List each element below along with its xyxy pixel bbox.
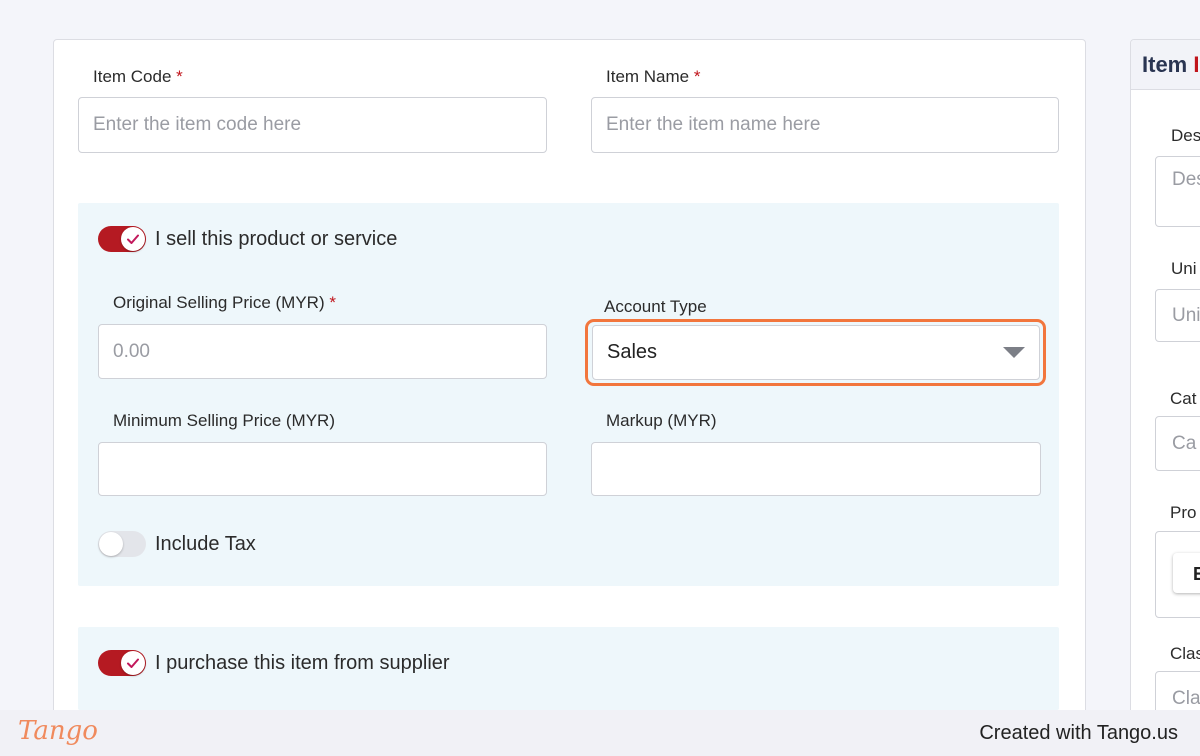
purchase-toggle-label: I purchase this item from supplier (155, 652, 450, 674)
original-price-input[interactable] (98, 324, 547, 379)
footer-bar: Tango Created with Tango.us (0, 710, 1200, 756)
purchase-toggle[interactable] (98, 650, 146, 676)
include-tax-toggle[interactable] (98, 531, 146, 557)
sell-section (78, 203, 1059, 586)
description-input[interactable]: Des (1155, 156, 1200, 227)
include-tax-label: Include Tax (155, 533, 256, 555)
category-input[interactable]: Ca (1155, 416, 1200, 471)
panel-title: Item I (1142, 52, 1200, 77)
toggle-knob (121, 227, 145, 251)
highlight-box (585, 319, 1046, 386)
required-mark: * (329, 293, 336, 312)
class-label: Clas (1170, 644, 1200, 663)
item-name-input[interactable] (591, 97, 1059, 153)
description-label: Des (1171, 126, 1200, 145)
check-icon (127, 234, 139, 244)
unit-label: Uni (1171, 259, 1197, 278)
sell-toggle[interactable] (98, 226, 146, 252)
tango-logo: Tango (18, 716, 98, 746)
original-price-label: Original Selling Price (MYR) * (113, 293, 336, 312)
toggle-knob (99, 532, 123, 556)
markup-input[interactable] (591, 442, 1041, 496)
unit-input[interactable]: Uni (1155, 289, 1200, 342)
toggle-knob (121, 651, 145, 675)
category-label: Cat (1170, 389, 1197, 408)
item-code-label: Item Code * (93, 67, 183, 86)
minimum-price-label: Minimum Selling Price (MYR) (113, 411, 335, 430)
panel-header: Item I (1131, 40, 1200, 90)
required-mark: * (693, 67, 701, 86)
product-label: Pro (1170, 503, 1197, 522)
item-name-label: Item Name * (606, 67, 701, 86)
footer-credit: Created with Tango.us (979, 722, 1178, 744)
item-code-input[interactable] (78, 97, 547, 153)
check-icon (127, 658, 139, 668)
sell-toggle-label: I sell this product or service (155, 228, 398, 250)
account-type-label: Account Type (604, 297, 707, 316)
markup-label: Markup (MYR) (606, 411, 717, 430)
minimum-price-input[interactable] (98, 442, 547, 496)
required-mark: * (176, 67, 183, 86)
product-button[interactable]: E (1173, 553, 1200, 593)
